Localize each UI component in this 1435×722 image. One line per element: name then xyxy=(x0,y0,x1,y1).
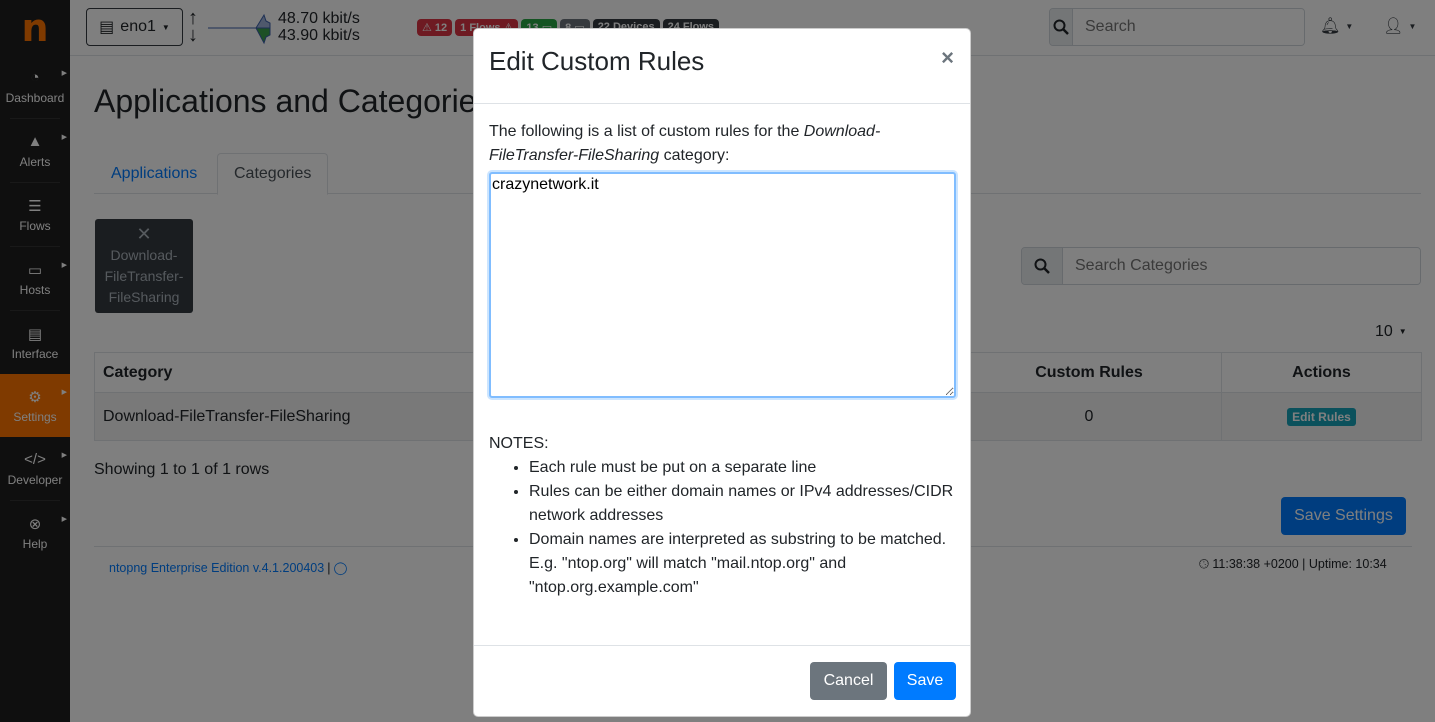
edit-custom-rules-modal: Edit Custom Rules × The following is a l… xyxy=(473,28,971,717)
save-button[interactable]: Save xyxy=(894,662,956,700)
modal-header: Edit Custom Rules × xyxy=(474,29,970,104)
modal-title: Edit Custom Rules xyxy=(489,46,705,76)
note-example: E.g. "ntop.org" will match "mail.ntop.or… xyxy=(529,555,847,596)
cancel-button[interactable]: Cancel xyxy=(810,662,887,700)
modal-intro: The following is a list of custom rules … xyxy=(489,123,881,164)
close-icon[interactable]: × xyxy=(941,47,954,69)
modal-footer: Cancel Save xyxy=(474,645,970,716)
custom-rules-textarea[interactable]: crazynetwork.it xyxy=(489,172,956,398)
notes-label: NOTES: xyxy=(489,435,549,452)
note-item: Domain names are interpreted as substrin… xyxy=(529,528,955,600)
modal-body: The following is a list of custom rules … xyxy=(474,104,970,600)
notes-list: Each rule must be put on a separate line… xyxy=(489,456,955,600)
note-item: Rules can be either domain names or IPv4… xyxy=(529,480,955,528)
note-item: Each rule must be put on a separate line xyxy=(529,456,955,480)
notes: NOTES: Each rule must be put on a separa… xyxy=(489,432,955,600)
